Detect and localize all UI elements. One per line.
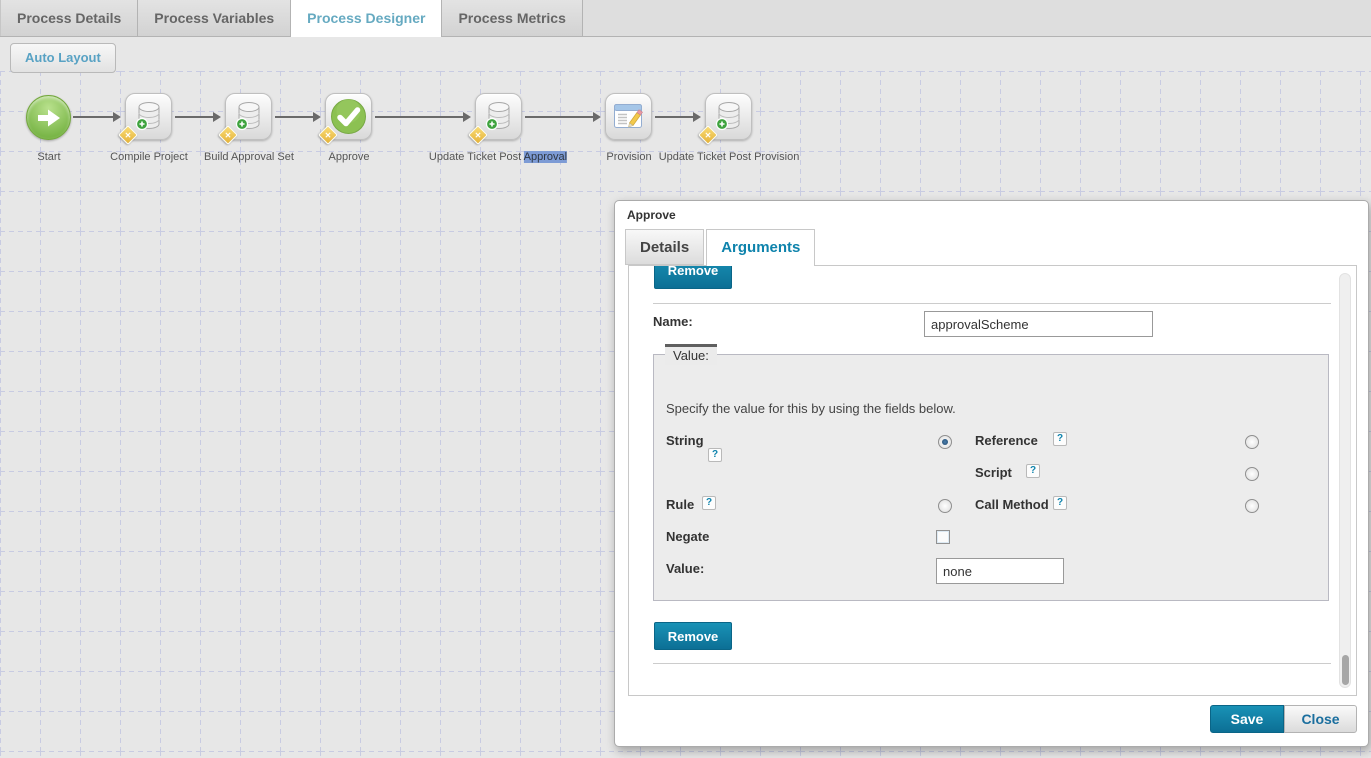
remove-argument-button-bottom[interactable]: Remove — [654, 622, 732, 650]
option-call-method-label: Call Method — [975, 497, 1049, 512]
option-script-label: Script — [975, 465, 1012, 480]
save-button[interactable]: Save — [1210, 705, 1284, 733]
checkbox-negate[interactable] — [936, 530, 950, 544]
radio-call-method[interactable] — [1245, 499, 1259, 513]
value-group: Value: Specify the value for this by usi… — [653, 344, 1329, 601]
connector-arrow — [275, 112, 321, 122]
tab-process-details[interactable]: Process Details — [0, 0, 139, 36]
help-icon[interactable]: ? — [702, 496, 716, 510]
node-start[interactable] — [26, 95, 71, 140]
help-icon[interactable]: ? — [1053, 432, 1067, 446]
value-input[interactable] — [936, 558, 1064, 584]
database-icon — [715, 101, 739, 130]
form-edit-icon — [613, 103, 643, 128]
help-icon[interactable]: ? — [708, 448, 722, 462]
tab-details[interactable]: Details — [625, 229, 705, 265]
node-provision[interactable] — [605, 93, 652, 140]
tab-process-designer[interactable]: Process Designer — [291, 0, 443, 37]
connector-arrow — [175, 112, 221, 122]
radio-reference[interactable] — [1245, 435, 1259, 449]
value-label: Value: — [666, 561, 705, 576]
node-label-compile-project: Compile Project — [110, 151, 188, 163]
divider — [653, 663, 1331, 664]
arguments-panel: Remove Name: Value: Specify the value fo… — [628, 265, 1357, 696]
approve-dialog: Approve Details Arguments Remove Name: V… — [614, 200, 1369, 747]
radio-script[interactable] — [1245, 467, 1259, 481]
connector-arrow — [655, 112, 701, 122]
connector-arrow — [375, 112, 471, 122]
tab-process-metrics[interactable]: Process Metrics — [442, 0, 583, 36]
auto-layout-button[interactable]: Auto Layout — [10, 43, 116, 73]
help-icon[interactable]: ? — [1026, 464, 1040, 478]
node-update-ticket-post-approval[interactable] — [468, 93, 522, 145]
node-label-approve: Approve — [328, 151, 370, 163]
name-input[interactable] — [924, 311, 1153, 337]
dialog-footer: Save Close — [1210, 705, 1357, 733]
dialog-title: Approve — [627, 208, 676, 222]
database-icon — [135, 101, 159, 130]
name-label: Name: — [653, 314, 693, 329]
connector-arrow — [73, 112, 121, 122]
node-label-start: Start — [37, 151, 61, 163]
value-group-legend: Value: — [665, 344, 717, 365]
radio-rule[interactable] — [938, 499, 952, 513]
option-string-label: String — [666, 433, 704, 448]
node-label-text: Update Ticket Post — [428, 151, 524, 163]
connector-arrow — [525, 112, 601, 122]
selected-text: Approval — [523, 151, 568, 163]
tab-arguments[interactable]: Arguments — [706, 229, 816, 266]
scrollbar-thumb[interactable] — [1342, 655, 1349, 685]
dialog-tabstrip: Details Arguments — [625, 229, 817, 266]
option-reference-label: Reference — [975, 433, 1038, 448]
node-approve[interactable] — [318, 93, 372, 145]
negate-label: Negate — [666, 529, 710, 544]
arguments-scroll-area[interactable]: Remove Name: Value: Specify the value fo… — [629, 266, 1334, 695]
remove-argument-button-top[interactable]: Remove — [654, 266, 732, 289]
node-update-ticket-post-provision[interactable] — [698, 93, 752, 145]
node-label-build-approval-set: Build Approval Set — [204, 151, 294, 163]
tab-process-variables[interactable]: Process Variables — [138, 0, 292, 36]
node-compile-project[interactable] — [118, 93, 172, 145]
value-instructions: Specify the value for this by using the … — [666, 401, 956, 416]
node-label-update-ticket-post-provision: Update Ticket Post Provision — [658, 151, 800, 163]
start-arrow-icon — [37, 109, 60, 126]
database-icon — [235, 101, 259, 130]
node-label-update-ticket-post-approval[interactable]: Update Ticket Post Approval — [428, 151, 568, 163]
option-rule-label: Rule — [666, 497, 695, 512]
radio-string[interactable] — [938, 435, 952, 449]
help-icon[interactable]: ? — [1053, 496, 1067, 510]
process-tabstrip: Process Details Process Variables Proces… — [0, 0, 1371, 37]
vertical-scrollbar[interactable] — [1339, 273, 1351, 688]
check-icon — [331, 99, 366, 134]
node-label-provision: Provision — [606, 151, 652, 163]
divider — [653, 303, 1331, 304]
node-build-approval-set[interactable] — [218, 93, 272, 145]
close-button[interactable]: Close — [1284, 705, 1357, 733]
database-icon — [485, 101, 509, 130]
